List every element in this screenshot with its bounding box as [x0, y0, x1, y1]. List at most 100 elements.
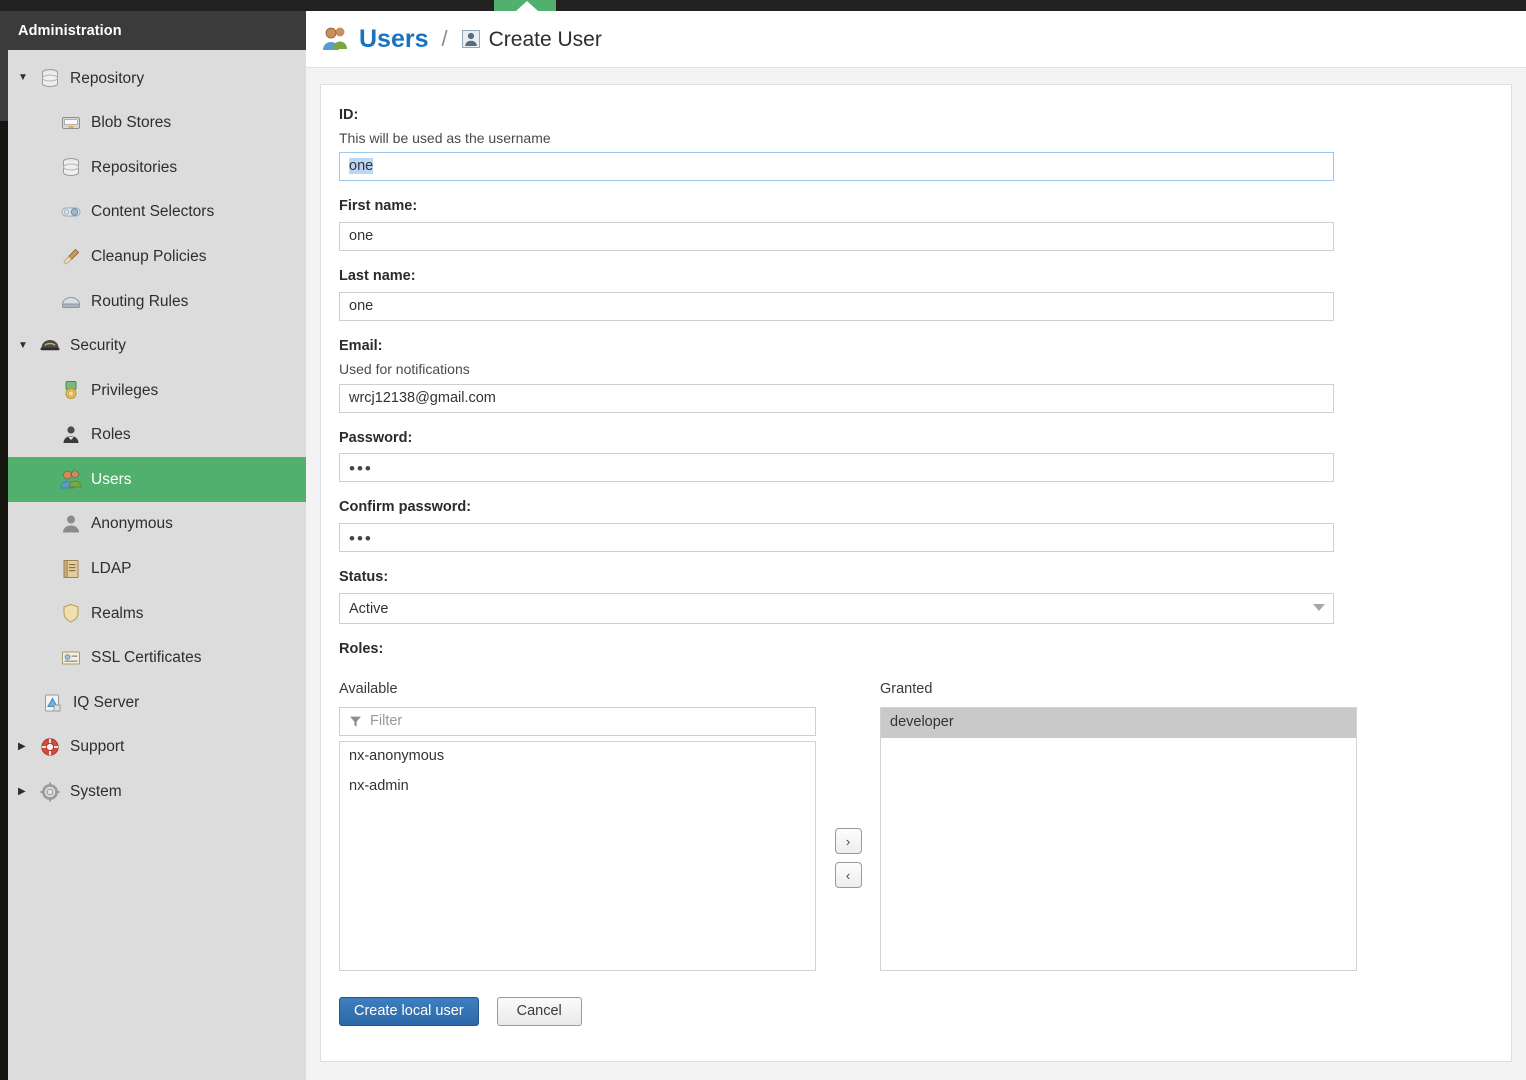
sidebar-item-users[interactable]: Users	[8, 457, 306, 502]
confirm-password-value: •••	[349, 529, 373, 549]
add-role-button[interactable]: ›	[834, 828, 862, 855]
email-label: Email:	[339, 338, 383, 355]
sidebar-item-routing-rules[interactable]: Routing Rules	[8, 279, 306, 324]
field-password: Password: •••	[339, 430, 1493, 483]
chevron-down-icon[interactable]: ▼	[18, 73, 36, 83]
left-gutter-upper	[0, 11, 8, 121]
sidebar-item-label: Roles	[91, 426, 131, 444]
field-status: Status: Active	[339, 569, 1493, 625]
sidebar-header: Administration	[8, 11, 306, 50]
roles-available-column: Available Filter nx-anonymous nx-admin	[339, 682, 816, 971]
gear-icon	[39, 781, 61, 803]
id-input[interactable]: one	[339, 152, 1334, 182]
single-user-icon	[461, 29, 481, 49]
form-actions: Create local user Cancel	[339, 996, 1493, 1026]
chevron-down-icon[interactable]	[1313, 604, 1325, 612]
password-value: •••	[349, 459, 373, 479]
roles-granted-column: Granted developer	[880, 682, 1357, 971]
status-select-wrap: Active	[339, 593, 1334, 625]
sidebar-item-label: Repository	[70, 69, 145, 87]
email-input[interactable]: wrcj12138@gmail.com	[339, 383, 1334, 413]
chevron-right-icon[interactable]: ▶	[18, 786, 36, 797]
status-value: Active	[349, 600, 389, 617]
database-icon	[60, 156, 82, 178]
sidebar-item-label: LDAP	[91, 560, 132, 578]
create-local-user-button[interactable]: Create local user	[339, 996, 479, 1026]
cancel-button[interactable]: Cancel	[496, 996, 582, 1026]
main-region: Users / Create User ID: This will be use…	[306, 11, 1526, 1080]
lifering-icon	[39, 736, 61, 758]
sidebar-item-label: Privileges	[91, 381, 159, 399]
field-email: Email: Used for notifications wrcj12138@…	[339, 338, 1493, 413]
sidebar-item-label: Security	[70, 337, 126, 355]
broom-icon	[60, 246, 82, 268]
shield-icon	[60, 602, 82, 624]
list-item[interactable]: nx-admin	[340, 772, 815, 802]
first-name-input[interactable]: one	[339, 222, 1334, 252]
routing-rules-icon	[60, 290, 82, 312]
roles-transfer: Available Filter nx-anonymous nx-admin ›…	[339, 682, 1493, 971]
security-hat-icon	[39, 335, 61, 357]
ldap-book-icon	[60, 558, 82, 580]
last-name-label: Last name:	[339, 268, 416, 285]
roles-transfer-buttons: › ‹	[816, 682, 880, 971]
sidebar-item-label: Blob Stores	[91, 114, 172, 132]
granted-label: Granted	[880, 681, 933, 698]
chevron-down-icon[interactable]: ▼	[18, 340, 36, 351]
sidebar-item-ldap[interactable]: LDAP	[8, 547, 306, 592]
sidebar-item-repository[interactable]: ▼ Repository	[8, 56, 306, 101]
id-hint: This will be used as the username	[339, 129, 551, 146]
sidebar: Administration ▼ Repository Blob Stores Rep…	[8, 11, 306, 1080]
field-confirm-password: Confirm password: •••	[339, 499, 1493, 553]
status-select[interactable]: Active	[339, 593, 1334, 625]
sidebar-item-label: Users	[91, 470, 132, 488]
medal-icon	[60, 379, 82, 401]
sidebar-item-privileges[interactable]: Privileges	[8, 368, 306, 413]
sidebar-item-system[interactable]: ▶ System	[8, 770, 306, 815]
chevron-right-icon[interactable]: ▶	[18, 742, 36, 752]
field-id: ID: This will be used as the username on…	[339, 107, 1493, 182]
left-gutter	[0, 11, 8, 1080]
last-name-input[interactable]: one	[339, 292, 1334, 322]
remove-role-button[interactable]: ‹	[834, 862, 862, 889]
roles-granted-list[interactable]: developer	[880, 706, 1357, 971]
list-item[interactable]: developer	[881, 707, 1356, 738]
password-input[interactable]: •••	[339, 453, 1334, 483]
sidebar-item-label: Support	[70, 738, 125, 756]
breadcrumb: Users / Create User	[306, 11, 1526, 68]
sidebar-item-anonymous[interactable]: Anonymous	[8, 502, 306, 547]
sidebar-item-label: Content Selectors	[91, 203, 215, 221]
app-root: Administration ▼ Repository Blob Stores Rep…	[0, 0, 1526, 1080]
sidebar-item-content-selectors[interactable]: Content Selectors	[8, 190, 306, 235]
email-value: wrcj12138@gmail.com	[349, 389, 496, 406]
breadcrumb-root-link[interactable]: Users	[359, 26, 429, 52]
sidebar-title: Administration	[18, 22, 122, 39]
browser-chrome-bar	[0, 0, 1526, 11]
field-last-name: Last name: one	[339, 268, 1493, 322]
confirm-password-label: Confirm password:	[339, 499, 472, 516]
roles-filter-input[interactable]: Filter	[339, 706, 816, 736]
users-icon	[60, 469, 82, 491]
sidebar-item-label: Realms	[91, 604, 144, 622]
field-roles: Roles: Available Filter nx-anonymous nx-…	[339, 641, 1493, 971]
sidebar-item-realms[interactable]: Realms	[8, 591, 306, 636]
sidebar-item-repositories[interactable]: Repositories	[8, 145, 306, 190]
confirm-password-input[interactable]: •••	[339, 523, 1334, 553]
sidebar-item-label: Repositories	[91, 158, 178, 176]
sidebar-item-cleanup-policies[interactable]: Cleanup Policies	[8, 234, 306, 279]
sidebar-item-blob-stores[interactable]: Blob Stores	[8, 101, 306, 146]
sidebar-item-iq-server[interactable]: IQ Server	[8, 680, 306, 725]
sidebar-item-ssl-certificates[interactable]: SSL Certificates	[8, 636, 306, 681]
iq-server-icon	[42, 692, 64, 714]
blob-store-icon	[60, 112, 82, 134]
list-item[interactable]: nx-anonymous	[340, 742, 815, 772]
last-name-value: one	[349, 298, 374, 315]
sidebar-item-security[interactable]: ▼ Security	[8, 324, 306, 369]
sidebar-item-roles[interactable]: Roles	[8, 413, 306, 458]
sidebar-nav: ▼ Repository Blob Stores Repositories Conten…	[8, 50, 306, 814]
anonymous-user-icon	[60, 513, 82, 535]
sidebar-item-support[interactable]: ▶ Support	[8, 725, 306, 770]
filter-icon	[349, 715, 362, 728]
roles-available-list[interactable]: nx-anonymous nx-admin	[339, 740, 816, 971]
sidebar-item-label: Cleanup Policies	[91, 247, 207, 265]
